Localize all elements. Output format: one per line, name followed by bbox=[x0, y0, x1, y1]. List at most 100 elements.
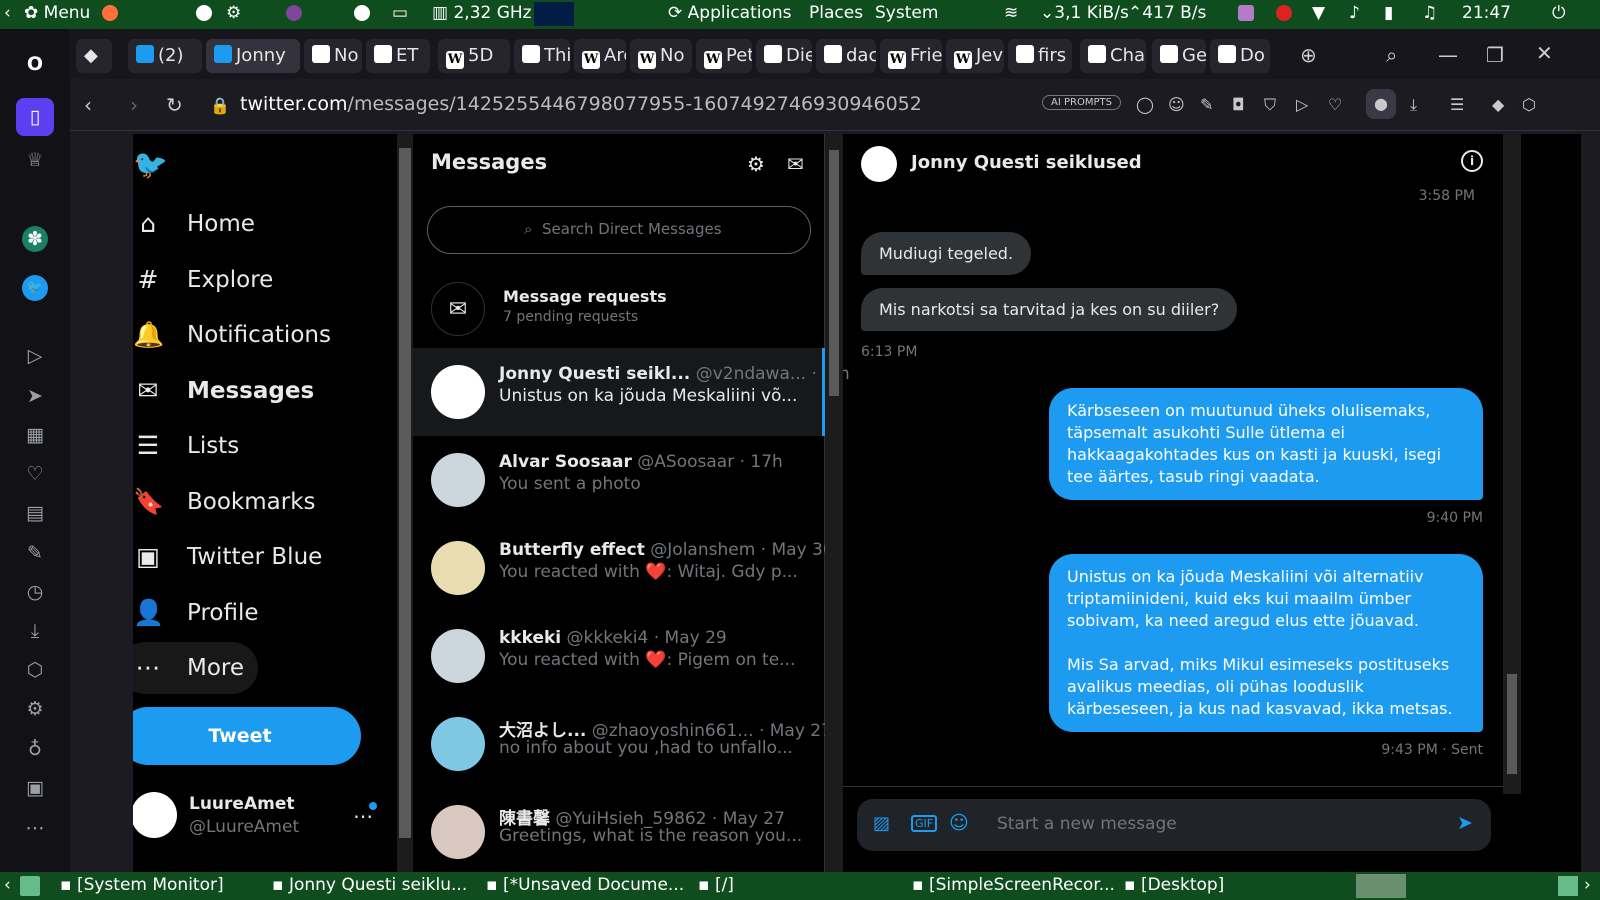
chat-scrollbar[interactable] bbox=[1503, 134, 1521, 794]
tab-16[interactable]: Gei bbox=[1152, 39, 1206, 73]
applications-menu[interactable]: ⟳ Applications bbox=[668, 3, 792, 23]
tab-14[interactable]: firs bbox=[1008, 39, 1072, 73]
nav-item-notifications[interactable]: 🔔 Notifications bbox=[133, 309, 331, 361]
settings-sidebar-icon[interactable]: ⚙ bbox=[22, 696, 48, 722]
battery-icon[interactable]: ▮ bbox=[1384, 3, 1393, 23]
favorite-icon[interactable]: ♡ bbox=[1328, 95, 1342, 114]
edit-icon[interactable]: ✎ bbox=[22, 540, 48, 566]
close-window-icon[interactable]: ✕ bbox=[1536, 41, 1553, 65]
tab-10[interactable]: Die bbox=[756, 39, 812, 73]
url-field[interactable]: twitter.com/messages/1425255446798077955… bbox=[240, 93, 922, 115]
tab-13[interactable]: W Jev bbox=[946, 39, 1004, 73]
chat-icon[interactable]: ◯ bbox=[1136, 95, 1154, 114]
show-desktop-icon[interactable] bbox=[20, 876, 40, 896]
opera-logo-icon[interactable]: O bbox=[22, 51, 48, 77]
settings-icon[interactable]: ⚙ bbox=[226, 3, 241, 23]
tab-15[interactable]: Cha bbox=[1080, 39, 1146, 73]
image-icon[interactable]: ▨ bbox=[873, 813, 890, 834]
conversation-item[interactable]: 陳書馨 @YuiHsieh_59862 · May 27 Greetings, w… bbox=[413, 788, 825, 872]
tab-11[interactable]: dac bbox=[816, 39, 876, 73]
downloads-icon[interactable]: ⤓ bbox=[22, 618, 48, 644]
player-icon[interactable]: ▷ bbox=[22, 343, 48, 369]
menu-arrow-icon[interactable]: ‹ bbox=[4, 3, 11, 23]
taskbar-item-text-editor[interactable]: ▪ [*Unsaved Docume... bbox=[486, 875, 684, 895]
reading-list-icon[interactable]: ▯ bbox=[16, 98, 54, 136]
chatgpt-icon[interactable]: ✽ bbox=[22, 226, 48, 252]
restore-icon[interactable]: ❐ bbox=[1486, 43, 1504, 67]
search-tabs-icon[interactable]: ⌕ bbox=[1386, 43, 1397, 67]
nav-item-messages[interactable]: ✉ Messages bbox=[133, 365, 315, 417]
history-icon[interactable]: ◷ bbox=[22, 579, 48, 605]
wallet-icon[interactable]: ◆ bbox=[1492, 95, 1504, 114]
nav-item-explore[interactable]: # Explore bbox=[133, 254, 274, 306]
tweet-button[interactable]: Tweet bbox=[133, 707, 361, 765]
share-icon[interactable]: ▷ bbox=[1296, 95, 1308, 114]
bell-icon[interactable]: ♪ bbox=[1349, 3, 1360, 23]
info-icon[interactable]: i bbox=[1461, 150, 1483, 172]
edit-page-icon[interactable]: ✎ bbox=[1200, 95, 1213, 114]
list-scrollbar[interactable] bbox=[825, 134, 843, 872]
taskbar-right-arrow-icon[interactable]: › bbox=[1584, 875, 1591, 895]
crown-icon[interactable]: ♕ bbox=[22, 147, 48, 173]
conversation-item[interactable]: Alvar Soosaar @ASoosaar · 17h You sent a … bbox=[413, 436, 825, 524]
shield-icon[interactable]: ⛉ bbox=[1264, 95, 1276, 115]
trash-icon[interactable] bbox=[1558, 876, 1578, 896]
twitter-logo-icon[interactable]: 🐦 bbox=[133, 148, 168, 181]
tor-icon[interactable] bbox=[286, 3, 302, 23]
taskbar-arrow-icon[interactable]: ‹ bbox=[4, 875, 11, 895]
terminal-icon[interactable]: ▭ bbox=[392, 3, 408, 23]
menu-button[interactable]: ✿ Menu bbox=[24, 3, 90, 23]
taskbar-item-screen-recorder[interactable]: ▪ [SimpleScreenRecor... bbox=[912, 875, 1115, 895]
back-icon[interactable]: ‹ bbox=[84, 93, 92, 117]
message-input[interactable]: Start a new message bbox=[997, 814, 1177, 834]
tab-3[interactable]: No bbox=[304, 39, 362, 73]
conversation-item[interactable]: kkkeki @kkkeki4 · May 29 You reacted with… bbox=[413, 612, 825, 700]
cube-icon[interactable]: ⬡ bbox=[22, 657, 48, 683]
tab-7[interactable]: WArc bbox=[574, 39, 626, 73]
emoji-icon[interactable]: ☺ bbox=[949, 812, 969, 834]
new-tab-button[interactable]: ⊕ bbox=[1300, 43, 1317, 67]
gear-icon[interactable]: ⚙ bbox=[747, 152, 765, 176]
taskbar-item-desktop[interactable]: ▪ [Desktop] bbox=[1124, 875, 1224, 895]
send-icon[interactable]: ➤ bbox=[1457, 812, 1473, 834]
nav-scrollbar[interactable] bbox=[397, 134, 413, 872]
conversation-item[interactable]: 大沼よし... @zhaoyoshin661... · May 27 no inf… bbox=[413, 700, 832, 788]
more-sidebar-icon[interactable]: ⋯ bbox=[22, 815, 48, 841]
gif-icon[interactable]: GIF bbox=[911, 815, 938, 832]
news-icon[interactable]: ▤ bbox=[22, 500, 48, 526]
reload-icon[interactable]: ↻ bbox=[166, 93, 183, 117]
tab-5[interactable]: W 5D bbox=[438, 39, 510, 73]
inkscape-icon[interactable] bbox=[196, 3, 212, 23]
extension-icon[interactable]: ▣ bbox=[22, 775, 48, 801]
box-icon[interactable]: ⬡ bbox=[1522, 95, 1536, 114]
tab-4[interactable]: ET bbox=[366, 39, 430, 73]
search-input[interactable]: ⌕ Search Direct Messages bbox=[427, 206, 811, 254]
easy-setup-icon[interactable]: ☰ bbox=[1450, 95, 1464, 114]
taskbar-item-system-monitor[interactable]: ▪ [System Monitor] bbox=[60, 875, 224, 895]
nav-item-bookmarks[interactable]: 🔖 Bookmarks bbox=[133, 476, 316, 528]
camera-icon[interactable]: ◘ bbox=[1232, 95, 1245, 114]
workspace-switcher[interactable] bbox=[1356, 874, 1406, 898]
nav-item-home[interactable]: ⌂ Home bbox=[133, 198, 255, 250]
bulb-icon[interactable]: ♁ bbox=[22, 736, 48, 762]
volume-icon[interactable]: ♫ bbox=[1422, 3, 1437, 23]
firefox-icon[interactable] bbox=[102, 3, 118, 23]
tab-1[interactable]: (2) bbox=[128, 39, 202, 73]
tab-8[interactable]: W No bbox=[630, 39, 692, 73]
new-message-icon[interactable]: ✉ bbox=[787, 152, 804, 176]
avatar[interactable] bbox=[133, 792, 177, 838]
profile-icon[interactable]: ● bbox=[1366, 89, 1396, 119]
ai-prompts-button[interactable]: AI PROMPTS bbox=[1042, 95, 1121, 110]
message-requests[interactable]: ✉ Message requests 7 pending requests bbox=[413, 272, 825, 348]
tab-2[interactable]: Jonny bbox=[206, 39, 300, 73]
heart-icon[interactable]: ♡ bbox=[22, 461, 48, 487]
taskbar-item-browser-window[interactable]: ▪ Jonny Questi seiklu... bbox=[272, 875, 467, 895]
audio-app-icon[interactable] bbox=[1238, 3, 1254, 23]
nav-item-profile[interactable]: 👤 Profile bbox=[133, 587, 259, 639]
minimize-icon[interactable]: — bbox=[1438, 43, 1458, 67]
download-icon[interactable]: ⤓ bbox=[1410, 95, 1417, 115]
tab-17[interactable]: Do bbox=[1210, 39, 1270, 73]
record-icon[interactable] bbox=[1276, 3, 1292, 23]
apps-icon[interactable]: ▦ bbox=[22, 422, 48, 448]
tab-6[interactable]: Thi bbox=[514, 39, 570, 73]
